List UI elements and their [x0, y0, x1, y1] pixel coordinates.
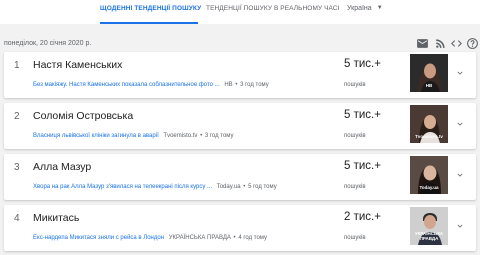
search-count-label: пошуків [344, 184, 366, 190]
top-tab-bar: Щоденні тенденції пошуку Тенденції пошук… [0, 0, 480, 24]
trend-article: Хвора на рак Алла Мазур з'явилася на тел… [33, 184, 277, 190]
mail-icon[interactable] [416, 37, 429, 50]
trend-thumbnail[interactable]: УКРАЇНСЬКА ПРАВДА [410, 207, 448, 245]
region-label: Україна [347, 5, 372, 12]
tab-daily-trends[interactable]: Щоденні тенденції пошуку [100, 0, 201, 24]
thumbnail-source: НВ [425, 83, 433, 89]
trend-title[interactable]: Соломія Островська [33, 110, 133, 122]
separator-dot: • [241, 184, 248, 190]
separator-dot: • [231, 235, 238, 241]
tab-realtime-trends[interactable]: Тенденції пошуку в реальному часі [206, 0, 340, 24]
trend-card[interactable]: 3 Алла Мазур Хвора на рак Алла Мазур з'я… [4, 154, 476, 200]
article-source: НВ [224, 82, 233, 88]
search-count: 2 тис.+ [344, 211, 381, 223]
search-count: 5 тис.+ [344, 160, 381, 172]
region-select[interactable]: Україна ▼ [347, 0, 383, 18]
trend-card[interactable]: 1 Настя Каменських Без макіяжу. Настя Ка… [4, 52, 476, 98]
trend-card[interactable]: 4 Микитась Екс-нардепа Микитася зняли с … [4, 205, 476, 251]
trend-rank: 4 [14, 213, 20, 224]
rss-icon[interactable] [434, 37, 447, 50]
separator-dot: • [233, 82, 240, 88]
date-label: понеділок, 20 січня 2020 р. [4, 40, 92, 47]
article-time: 3 год тому [204, 133, 234, 139]
thumbnail-source: УКРАЇНСЬКА ПРАВДА [414, 231, 444, 242]
chevron-down-icon[interactable] [455, 119, 465, 129]
article-link[interactable]: Хвора на рак Алла Мазур з'явилася на тел… [33, 184, 212, 190]
trend-thumbnail[interactable]: Today.ua [410, 156, 448, 194]
search-count: 5 тис.+ [344, 58, 381, 70]
article-source: УКРАЇНСЬКА ПРАВДА [168, 235, 231, 241]
chevron-down-icon[interactable] [455, 221, 465, 231]
trend-rank: 3 [14, 162, 20, 173]
trend-thumbnail[interactable]: Tvoemisto.tv [410, 105, 448, 143]
trend-rank: 1 [14, 60, 20, 71]
article-time: 5 год тому [248, 184, 277, 190]
toolbar [414, 37, 480, 51]
trend-title[interactable]: Микитась [33, 212, 79, 224]
caret-down-icon: ▼ [376, 5, 383, 11]
chevron-down-icon[interactable] [455, 170, 465, 180]
search-count: 5 тис.+ [344, 109, 381, 121]
article-time: 4 год тому [238, 235, 267, 241]
trend-article: Екс-нардепа Микитася зняли с рейса в Лон… [33, 235, 267, 241]
trend-card[interactable]: 2 Соломія Островська Власниця львівської… [4, 103, 476, 149]
trend-thumbnail[interactable]: НВ [410, 54, 448, 92]
help-icon[interactable] [466, 37, 479, 50]
trend-title[interactable]: Алла Мазур [33, 161, 91, 173]
article-source: Today.ua [216, 184, 241, 190]
search-count-label: пошуків [344, 235, 366, 241]
separator-dot: • [198, 133, 204, 139]
trend-article: Без макіяжу. Настя Каменських показала с… [33, 82, 269, 88]
article-link[interactable]: Без макіяжу. Настя Каменських показала с… [33, 82, 220, 88]
article-time: 3 год тому [240, 82, 269, 88]
chevron-down-icon[interactable] [455, 68, 465, 78]
search-count-label: пошуків [344, 133, 366, 139]
thumbnail-source: Today.ua [419, 185, 439, 191]
article-link[interactable]: Екс-нардепа Микитася зняли с рейса в Лон… [33, 235, 164, 241]
trend-title[interactable]: Настя Каменських [33, 59, 122, 71]
embed-code-icon[interactable] [450, 37, 463, 50]
article-source: Tvoemisto.tv [163, 133, 198, 139]
article-link[interactable]: Власниця львівської клініки загинула в а… [33, 133, 159, 139]
search-count-label: пошуків [344, 82, 366, 88]
trend-article: Власниця львівської клініки загинула в а… [33, 133, 234, 139]
trend-rank: 2 [14, 111, 20, 122]
thumbnail-source: Tvoemisto.tv [415, 134, 443, 140]
